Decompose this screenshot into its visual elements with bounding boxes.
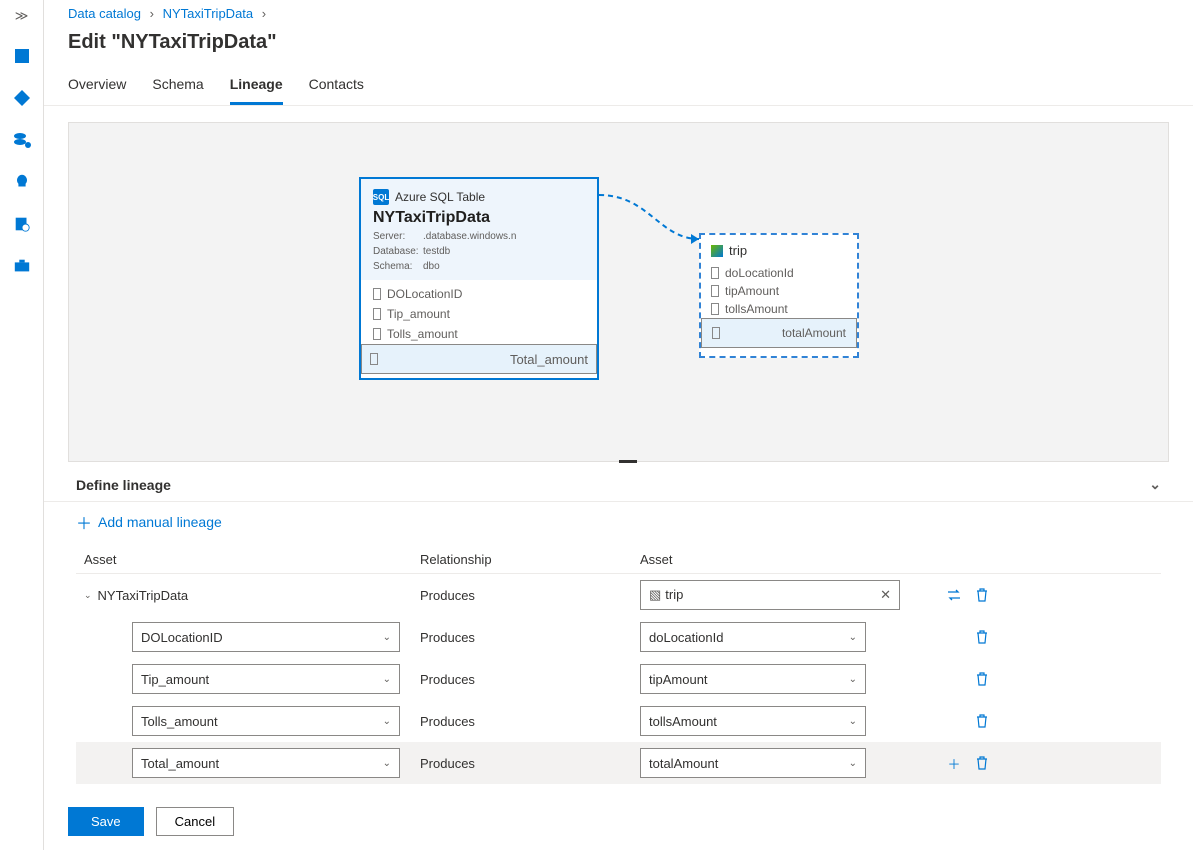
- save-button[interactable]: Save: [68, 807, 144, 836]
- source-column[interactable]: Tolls_amount: [361, 324, 597, 344]
- lineage-node-target[interactable]: trip doLocationId tipAmount tollsAmount …: [699, 233, 859, 358]
- nav-management-icon[interactable]: [12, 256, 32, 276]
- chevron-down-icon[interactable]: ⌄: [1149, 476, 1161, 493]
- chevron-down-icon: ⌄: [849, 758, 857, 769]
- nav-data-icon[interactable]: [12, 130, 32, 150]
- chevron-down-icon: ⌄: [849, 632, 857, 643]
- chevron-down-icon: ⌄: [849, 674, 857, 685]
- nav-catalog-icon[interactable]: [12, 46, 32, 66]
- target-column[interactable]: doLocationId: [701, 264, 857, 282]
- target-column[interactable]: tollsAmount: [701, 300, 857, 318]
- source-column[interactable]: DOLocationID: [361, 284, 597, 304]
- chevron-down-icon: ⌄: [383, 632, 391, 643]
- lineage-canvas[interactable]: SQLAzure SQL Table NYTaxiTripData Server…: [68, 122, 1169, 462]
- chevron-down-icon: ⌄: [383, 674, 391, 685]
- tab-overview[interactable]: Overview: [68, 68, 126, 105]
- entity-icon: [711, 245, 723, 257]
- column-icon: [370, 353, 378, 365]
- entity-icon: ▧: [649, 587, 661, 602]
- lineage-edge: [599, 189, 709, 259]
- source-column[interactable]: Tip_amount: [361, 304, 597, 324]
- canvas-resize-grip[interactable]: [619, 460, 637, 463]
- define-lineage-title: Define lineage: [76, 477, 171, 493]
- target-column-select[interactable]: doLocationId⌄: [640, 622, 866, 652]
- target-asset-select[interactable]: ▧trip✕: [640, 580, 900, 610]
- lineage-mapping-row: DOLocationID⌄ Produces doLocationId⌄: [76, 616, 1161, 658]
- lineage-node-source[interactable]: SQLAzure SQL Table NYTaxiTripData Server…: [359, 177, 599, 380]
- add-manual-lineage-button[interactable]: ＋ Add manual lineage: [44, 501, 1193, 546]
- source-column[interactable]: Total_amount: [361, 344, 597, 374]
- source-column-select[interactable]: Total_amount⌄: [132, 748, 400, 778]
- lineage-mapping-row: Total_amount⌄ Produces totalAmount⌄ ＋: [76, 742, 1161, 784]
- sidebar-expand-icon[interactable]: ≫: [15, 8, 29, 24]
- nav-policy-icon[interactable]: [12, 214, 32, 234]
- breadcrumb-item[interactable]: NYTaxiTripData: [163, 6, 254, 21]
- lineage-table: Asset Relationship Asset ⌄NYTaxiTripData…: [44, 546, 1193, 784]
- target-column[interactable]: totalAmount: [701, 318, 857, 348]
- column-icon: [712, 327, 720, 339]
- target-node-title: trip: [729, 243, 747, 258]
- nav-sources-icon[interactable]: [12, 88, 32, 108]
- source-column-select[interactable]: DOLocationID⌄: [132, 622, 400, 652]
- column-icon: [373, 288, 381, 300]
- column-header-asset2: Asset: [640, 552, 918, 567]
- target-column[interactable]: tipAmount: [701, 282, 857, 300]
- breadcrumb: Data catalog › NYTaxiTripData ›: [44, 0, 1193, 25]
- swap-icon[interactable]: [946, 587, 962, 603]
- lineage-mapping-row: Tolls_amount⌄ Produces tollsAmount⌄: [76, 700, 1161, 742]
- nav-sidebar: ≫: [0, 0, 44, 850]
- breadcrumb-root[interactable]: Data catalog: [68, 6, 141, 21]
- delete-icon[interactable]: [974, 629, 990, 645]
- column-header-asset: Asset: [76, 552, 420, 567]
- source-column-select[interactable]: Tolls_amount⌄: [132, 706, 400, 736]
- source-node-title: NYTaxiTripData: [373, 209, 585, 227]
- target-column-select[interactable]: totalAmount⌄: [640, 748, 866, 778]
- add-icon[interactable]: ＋: [946, 755, 962, 771]
- delete-icon[interactable]: [974, 713, 990, 729]
- chevron-down-icon: ⌄: [383, 716, 391, 727]
- tab-lineage[interactable]: Lineage: [230, 68, 283, 105]
- target-column-select[interactable]: tollsAmount⌄: [640, 706, 866, 736]
- sql-icon: SQL: [373, 189, 389, 205]
- lineage-mapping-row: Tip_amount⌄ Produces tipAmount⌄: [76, 658, 1161, 700]
- lineage-parent-row: ⌄NYTaxiTripData Produces ▧trip✕: [76, 574, 1161, 616]
- target-column-select[interactable]: tipAmount⌄: [640, 664, 866, 694]
- column-icon: [373, 308, 381, 320]
- chevron-down-icon: ⌄: [849, 716, 857, 727]
- tab-bar: Overview Schema Lineage Contacts: [44, 68, 1193, 106]
- column-icon: [711, 285, 719, 297]
- expand-icon[interactable]: ⌄: [84, 590, 92, 601]
- source-column-select[interactable]: Tip_amount⌄: [132, 664, 400, 694]
- tab-contacts[interactable]: Contacts: [309, 68, 364, 105]
- column-header-relationship: Relationship: [420, 552, 640, 567]
- chevron-down-icon: ⌄: [383, 758, 391, 769]
- nav-insights-icon[interactable]: [12, 172, 32, 192]
- plus-icon: ＋: [76, 510, 92, 534]
- clear-icon[interactable]: ✕: [880, 587, 891, 603]
- cancel-button[interactable]: Cancel: [156, 807, 234, 836]
- delete-icon[interactable]: [974, 587, 990, 603]
- column-icon: [711, 303, 719, 315]
- page-title: Edit "NYTaxiTripData": [44, 25, 1193, 68]
- tab-schema[interactable]: Schema: [152, 68, 203, 105]
- column-icon: [711, 267, 719, 279]
- delete-icon[interactable]: [974, 755, 990, 771]
- delete-icon[interactable]: [974, 671, 990, 687]
- column-icon: [373, 328, 381, 340]
